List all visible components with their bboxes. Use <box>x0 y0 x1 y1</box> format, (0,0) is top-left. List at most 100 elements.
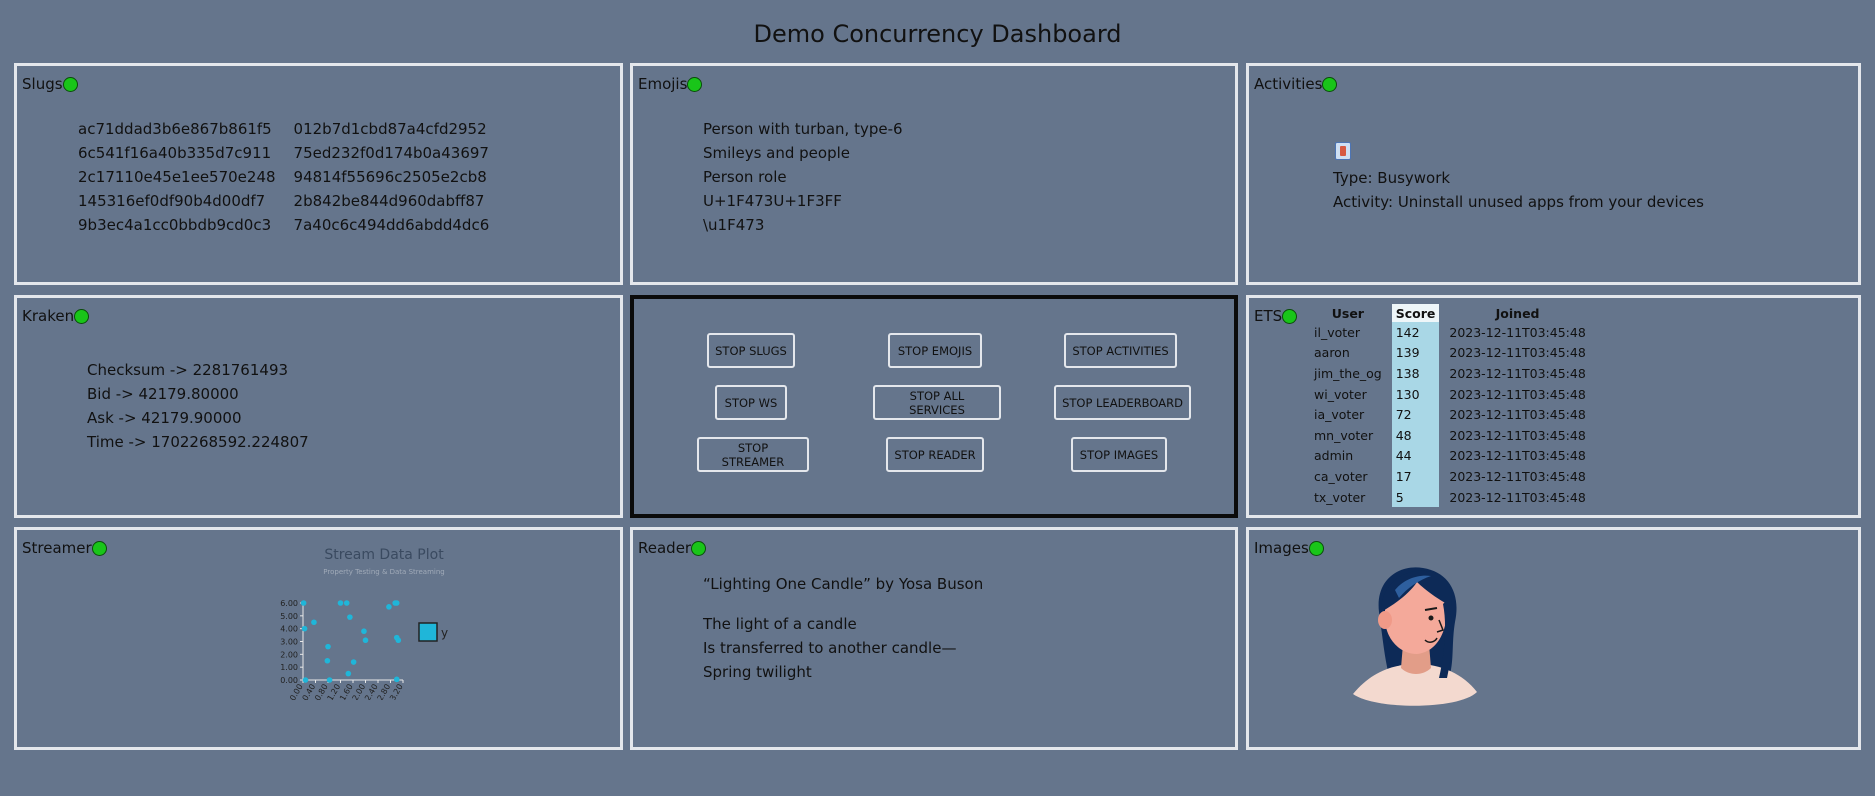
emojis-label: Emojis <box>638 75 688 93</box>
status-dot-icon <box>687 76 703 92</box>
scatter-point <box>347 614 353 620</box>
table-header-row: User Score Joined <box>1304 304 1596 322</box>
scatter-point <box>345 670 352 677</box>
cell-score: 5 <box>1391 486 1440 508</box>
y-tick-label: 1.00 <box>280 663 298 672</box>
ets-header: ETS <box>1254 307 1298 325</box>
poem-title: “Lighting One Candle” by Yosa Buson <box>703 575 984 593</box>
cell-score: 142 <box>1391 322 1440 343</box>
table-row: jim_the_og 138 2023-12-11T03:45:48 <box>1304 363 1596 384</box>
column-header-score: Score <box>1391 304 1440 322</box>
cell-score: 17 <box>1391 466 1440 487</box>
status-dot-icon <box>1322 76 1338 92</box>
cell-user: ca_voter <box>1314 468 1368 484</box>
kraken-details: Checksum -> 2281761493 Bid -> 42179.8000… <box>87 358 309 454</box>
scatter-point <box>337 600 344 606</box>
scatter-point <box>325 643 331 650</box>
y-tick-label: 6.00 <box>280 599 298 608</box>
activities-header: Activities <box>1254 75 1338 93</box>
activity-details: Type: Busywork Activity: Uninstall unuse… <box>1333 166 1704 214</box>
ets-panel: ETS User Score Joined il_voter 142 2023-12… <box>1246 295 1861 518</box>
status-dot-icon <box>691 540 707 556</box>
cell-user: mn_voter <box>1314 427 1374 443</box>
leaderboard-table: User Score Joined il_voter 142 2023-12-11T… <box>1304 304 1596 508</box>
scatter-point <box>393 676 400 683</box>
slug-item: 012b7d1cbd87a4cfd2952 <box>293 120 487 138</box>
scatter-point <box>326 677 333 683</box>
cell-joined: 2023-12-11T03:45:48 <box>1449 448 1586 464</box>
column-header-joined: Joined <box>1495 305 1540 321</box>
scatter-point <box>393 600 400 606</box>
slugs-header: Slugs <box>22 75 78 93</box>
cell-score: 138 <box>1391 363 1440 384</box>
kraken-ask: Ask -> 42179.90000 <box>87 409 242 427</box>
column-header-user: User <box>1331 305 1364 321</box>
activity-type: Type: Busywork <box>1333 169 1451 187</box>
toolbox-emoji-icon <box>1335 142 1351 160</box>
cell-score: 48 <box>1391 424 1440 446</box>
cell-joined: 2023-12-11T03:45:48 <box>1449 345 1586 361</box>
chart-title: Stream Data Plot <box>324 547 444 563</box>
slugs-column-2: 012b7d1cbd87a4cfd2952 75ed232f0d174b0a43… <box>294 117 490 237</box>
kraken-panel: Kraken Checksum -> 2281761493 Bid -> 421… <box>14 295 623 518</box>
stop-leaderboard-button[interactable]: STOP LEADERBOARD <box>1054 385 1191 420</box>
slugs-column-1: ac71ddad3b6e867b861f5 6c541f16a40b335d7c… <box>78 117 276 237</box>
cell-joined: 2023-12-11T03:45:48 <box>1449 489 1586 505</box>
stop-all-services-button[interactable]: STOP ALL SERVICES <box>873 385 1001 420</box>
table-row: aaron 139 2023-12-11T03:45:48 <box>1304 342 1596 364</box>
scatter-point <box>386 604 392 610</box>
scatter-point <box>302 677 309 683</box>
y-tick-label: 3.00 <box>280 638 298 647</box>
status-dot-icon <box>1282 308 1298 324</box>
cell-joined: 2023-12-11T03:45:48 <box>1449 427 1586 443</box>
slug-item: 6c541f16a40b335d7c911 <box>78 144 272 162</box>
stop-emojis-button[interactable]: STOP EMOJIS <box>888 333 982 368</box>
woman-avatar-image <box>1353 567 1477 706</box>
ets-label: ETS <box>1254 307 1283 325</box>
kraken-time: Time -> 1702268592.224807 <box>87 433 309 451</box>
reader-header: Reader <box>638 539 707 557</box>
table-row: admin 44 2023-12-11T03:45:48 <box>1304 445 1596 467</box>
kraken-bid: Bid -> 42179.80000 <box>87 385 239 403</box>
kraken-checksum: Checksum -> 2281761493 <box>87 361 289 379</box>
slug-item: 7a40c6c494dd6abdd4dc6 <box>293 216 490 234</box>
y-tick-label: 4.00 <box>280 625 298 634</box>
cell-joined: 2023-12-11T03:45:48 <box>1449 407 1586 423</box>
cell-user: aaron <box>1314 345 1350 361</box>
slug-item: 2c17110e45e1ee570e248 <box>78 168 276 186</box>
stream-data-chart: Stream Data Plot Property Testing & Data … <box>280 547 448 700</box>
kraken-label: Kraken <box>22 307 75 325</box>
stop-images-button[interactable]: STOP IMAGES <box>1071 437 1167 472</box>
slug-item: 75ed232f0d174b0a43697 <box>293 144 489 162</box>
y-tick-label: 5.00 <box>280 612 298 621</box>
cell-joined: 2023-12-11T03:45:48 <box>1449 468 1586 484</box>
stop-streamer-button[interactable]: STOP STREAMER <box>697 437 809 472</box>
cell-user: wi_voter <box>1314 386 1367 402</box>
cell-joined: 2023-12-11T03:45:48 <box>1449 324 1586 340</box>
emoji-name: Person with turban, type-6 <box>703 120 903 138</box>
streamer-panel: Streamer Stream Data Plot Property Testin… <box>14 527 623 750</box>
legend-swatch <box>418 622 438 642</box>
poem-line: Is transferred to another candle— <box>703 639 957 657</box>
stop-ws-button[interactable]: STOP WS <box>715 385 787 420</box>
stop-slugs-button[interactable]: STOP SLUGS <box>707 333 795 368</box>
page-title: Demo Concurrency Dashboard <box>753 20 1122 48</box>
stop-reader-button[interactable]: STOP READER <box>886 437 984 472</box>
emoji-escape: \u1F473 <box>703 216 765 234</box>
scatter-point <box>361 628 367 635</box>
cell-score: 130 <box>1391 383 1440 405</box>
slug-item: 2b842be844d960dabff87 <box>293 192 485 210</box>
y-tick-label: 2.00 <box>280 650 298 659</box>
kraken-header: Kraken <box>22 307 90 325</box>
stop-activities-button[interactable]: STOP ACTIVITIES <box>1064 333 1177 368</box>
slug-item: 9b3ec4a1cc0bbdb9cd0c3 <box>78 216 272 234</box>
cell-user: jim_the_og <box>1314 365 1382 381</box>
scatter-point <box>343 600 350 606</box>
scatter-point <box>311 619 317 626</box>
table-row: tx_voter 5 2023-12-11T03:45:48 <box>1304 486 1596 508</box>
scatter-point <box>301 625 308 632</box>
scatter-point <box>300 600 307 606</box>
cell-user: ia_voter <box>1314 407 1365 423</box>
table-row: wi_voter 130 2023-12-11T03:45:48 <box>1304 383 1596 405</box>
table-row: ca_voter 17 2023-12-11T03:45:48 <box>1304 466 1596 487</box>
